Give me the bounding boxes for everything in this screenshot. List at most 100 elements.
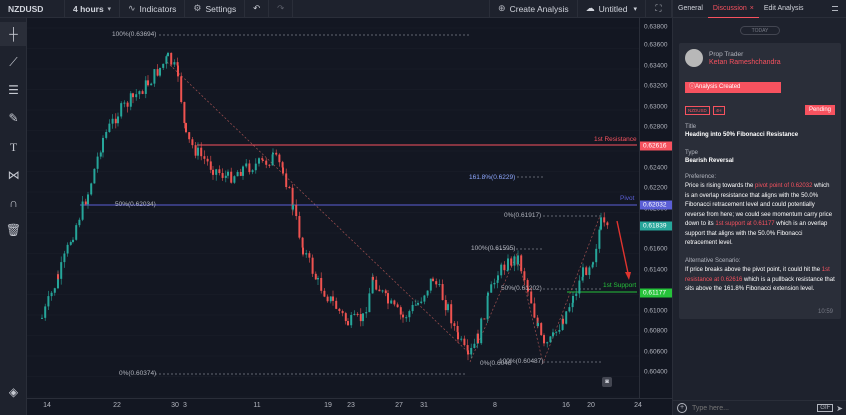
candle-body	[200, 147, 203, 157]
chart-area[interactable]: 100%(0.63694) 50%(0.62034) 0%(0.60374) 1…	[27, 18, 639, 398]
time-tick: 31	[420, 402, 428, 409]
type-label: Type	[685, 150, 699, 156]
candle-body	[120, 103, 123, 117]
candle-body	[347, 321, 349, 326]
add-attachment-button[interactable]: +	[677, 403, 687, 413]
gif-button[interactable]: GIF	[817, 404, 834, 412]
message-input[interactable]	[692, 404, 818, 412]
brush-tool[interactable]: ✎	[0, 106, 27, 130]
trend-line-tool[interactable]: ⟋	[0, 50, 27, 74]
price-axis[interactable]: 0.63800 0.63600 0.63400 0.63200 0.63000 …	[639, 18, 673, 398]
analysis-card: Prop Trader Ketan Rameshchandra ⓘAnalysi…	[679, 43, 841, 319]
fib-tool[interactable]: ☰	[0, 78, 27, 102]
candle-body	[558, 329, 561, 332]
candle-body	[517, 255, 519, 265]
pattern-tool[interactable]: ⋈	[0, 163, 27, 187]
candle-body	[378, 289, 381, 292]
candle-body	[271, 154, 274, 166]
candle-body	[183, 102, 186, 124]
candle-body	[44, 306, 47, 318]
candle-body	[467, 350, 469, 355]
candle-body	[390, 300, 393, 304]
send-icon[interactable]: ➤	[836, 404, 843, 413]
candle-body	[60, 262, 63, 279]
candle-body	[218, 169, 221, 174]
magnet-tool[interactable]: ∩	[0, 191, 27, 215]
indicators-button[interactable]: ∿ Indicators	[120, 0, 186, 18]
symbol-search[interactable]: NZDUSD	[0, 0, 65, 18]
candle-body	[275, 152, 278, 155]
trash-tool[interactable]: 🗑	[0, 218, 27, 242]
time-tick: 8	[493, 402, 497, 409]
candle-body	[368, 293, 371, 313]
time-tick: 14	[43, 402, 51, 409]
candle-body	[423, 295, 426, 302]
candle-body	[552, 332, 554, 337]
fullscreen-button[interactable]: ⛶	[646, 0, 672, 18]
price-tick: 0.62200	[644, 184, 668, 192]
user-name[interactable]: Ketan Rameshchandra	[709, 59, 781, 66]
price-chart[interactable]	[27, 18, 639, 398]
analysis-panel: General Discussion × Edit Analysis TODAY …	[672, 0, 846, 415]
fib-mid-label: 50%(0.62034)	[115, 201, 156, 208]
candle-body	[417, 302, 419, 305]
candle-body	[203, 156, 206, 159]
layers-tool[interactable]: ◈	[0, 380, 27, 404]
candle-body	[513, 256, 516, 266]
menu-icon[interactable]	[832, 6, 838, 11]
candle-body	[93, 168, 96, 184]
fib2-100-label: 100%(0.61595)	[471, 245, 516, 252]
settings-button[interactable]: ⚙ Settings	[185, 0, 246, 18]
support-price-tag: 0.61177	[640, 288, 673, 298]
tab-edit-analysis[interactable]: Edit Analysis	[759, 0, 809, 18]
close-icon[interactable]: ×	[750, 5, 754, 12]
plus-circle-icon: ⊕	[498, 3, 506, 13]
candle-body	[117, 116, 119, 124]
toolbar-spacer	[293, 0, 491, 18]
price-tick: 0.63800	[644, 23, 668, 31]
crosshair-tool[interactable]: ┼	[0, 22, 27, 46]
candle-body	[194, 145, 197, 156]
candle-body	[435, 281, 438, 285]
message-input-bar: + GIF ➤	[673, 400, 846, 415]
price-tick: 0.62400	[644, 164, 668, 172]
fib-icon: ☰	[8, 83, 19, 97]
candle-body	[295, 204, 298, 217]
create-analysis-button[interactable]: ⊕ Create Analysis	[490, 0, 578, 18]
candle-body	[473, 343, 476, 348]
interval-select[interactable]: 4 hours ▾	[65, 0, 120, 18]
candle-body	[272, 152, 274, 155]
candle-body	[254, 163, 257, 171]
chevron-down-icon: ▾	[107, 5, 111, 13]
undo-button[interactable]: ↶	[245, 0, 270, 18]
drawing-toolbar: ┼ ⟋ ☰ ✎ T ⋈ ∩ 🗑 ◈	[0, 18, 27, 415]
tab-general[interactable]: General	[673, 0, 708, 18]
candle-body	[426, 290, 429, 296]
text-tool[interactable]: T	[0, 135, 27, 159]
preference-section: Preference: Price is rising towards the …	[685, 174, 835, 249]
avatar	[685, 49, 703, 67]
undo-icon: ↶	[253, 3, 261, 13]
candle-body	[496, 280, 499, 283]
candle-body	[261, 158, 264, 160]
redo-button[interactable]: ↷	[269, 0, 294, 18]
candle-body	[138, 91, 141, 95]
candle-body	[227, 171, 229, 176]
tab-discussion[interactable]: Discussion ×	[707, 0, 759, 18]
candle-body	[592, 262, 594, 265]
candle-body	[460, 338, 463, 340]
screenshot-icon[interactable]: ◙	[602, 377, 612, 387]
candle-body	[84, 201, 87, 205]
candle-body	[285, 173, 288, 188]
layout-select[interactable]: ☁ Untitled ▾	[578, 0, 646, 18]
candle-body	[568, 307, 571, 312]
price-tick: 0.63200	[644, 82, 668, 90]
resistance-price-tag: 0.62616	[640, 141, 673, 151]
candle-body	[108, 123, 111, 132]
title-label: Title	[685, 124, 697, 130]
candle-body	[429, 278, 432, 291]
candle-body	[215, 169, 218, 175]
time-axis[interactable]: 14 22 30 3 11 19 23 27 31 8 16 20 24	[27, 398, 672, 415]
price-tick: 0.60800	[644, 327, 668, 335]
candle-body	[242, 166, 244, 176]
